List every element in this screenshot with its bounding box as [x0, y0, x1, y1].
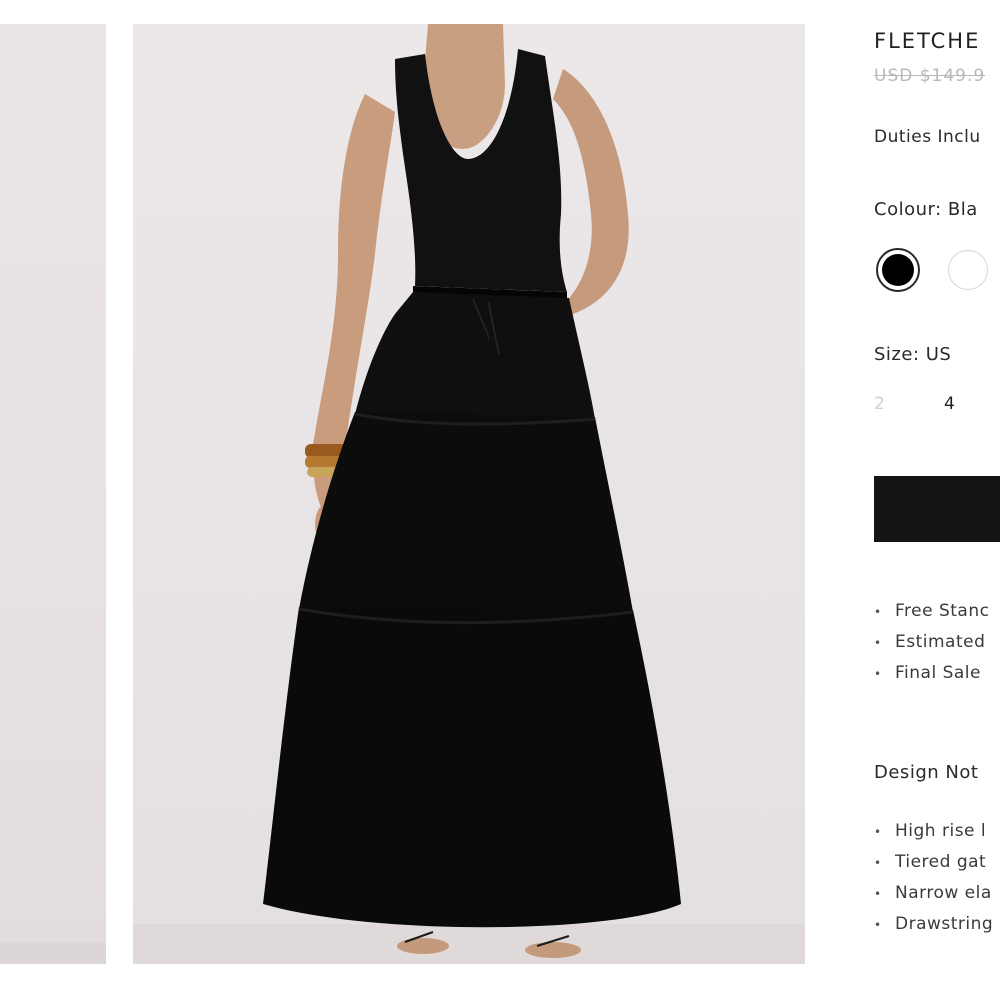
- list-item: • Tiered gat: [874, 851, 993, 882]
- colour-swatch-black[interactable]: [876, 248, 920, 292]
- size-option-2[interactable]: 2: [874, 394, 885, 414]
- add-to-cart-button[interactable]: [874, 476, 1000, 542]
- duties-note: Duties Inclu: [874, 127, 981, 147]
- photo-floor: [0, 942, 106, 964]
- bullet-icon: •: [874, 856, 882, 870]
- list-item-text: Drawstring: [895, 914, 994, 934]
- list-item-text: High rise l: [895, 821, 987, 841]
- colour-swatch-white[interactable]: [948, 250, 988, 290]
- bullet-icon: •: [874, 825, 882, 839]
- product-page: FLETCHE USD $149.9 Duties Inclu Colour: …: [0, 0, 1000, 1000]
- list-item: • Final Sale: [874, 662, 989, 693]
- shipping-info-list: • Free Stanc • Estimated • Final Sale: [874, 600, 989, 693]
- product-info-panel: FLETCHE USD $149.9 Duties Inclu Colour: …: [874, 0, 1000, 1000]
- gallery-main-image[interactable]: [133, 24, 805, 964]
- gallery-prev-image[interactable]: [0, 24, 106, 964]
- colour-label: Colour: Bla: [874, 199, 978, 220]
- list-item-text: Free Stanc: [895, 601, 990, 621]
- bullet-icon: •: [874, 887, 882, 901]
- design-notes-heading: Design Not: [874, 762, 979, 783]
- design-notes-list: • High rise l • Tiered gat • Narrow ela • Dr…: [874, 820, 993, 944]
- list-item-text: Estimated: [895, 632, 986, 652]
- size-label: Size: US: [874, 344, 952, 365]
- list-item: • Free Stanc: [874, 600, 989, 631]
- list-item: • Estimated: [874, 631, 989, 662]
- list-item: • High rise l: [874, 820, 993, 851]
- bullet-icon: •: [874, 636, 882, 650]
- list-item-text: Tiered gat: [895, 852, 987, 872]
- list-item: • Drawstring: [874, 913, 993, 944]
- swatch-fill: [882, 254, 914, 286]
- bullet-icon: •: [874, 918, 882, 932]
- bullet-icon: •: [874, 667, 882, 681]
- size-option-4[interactable]: 4: [944, 394, 955, 414]
- list-item-text: Narrow ela: [895, 883, 992, 903]
- product-price: USD $149.9: [874, 66, 986, 86]
- list-item: • Narrow ela: [874, 882, 993, 913]
- list-item-text: Final Sale: [895, 663, 981, 683]
- model-illustration: [133, 24, 805, 964]
- bullet-icon: •: [874, 605, 882, 619]
- product-title: FLETCHE: [874, 29, 981, 53]
